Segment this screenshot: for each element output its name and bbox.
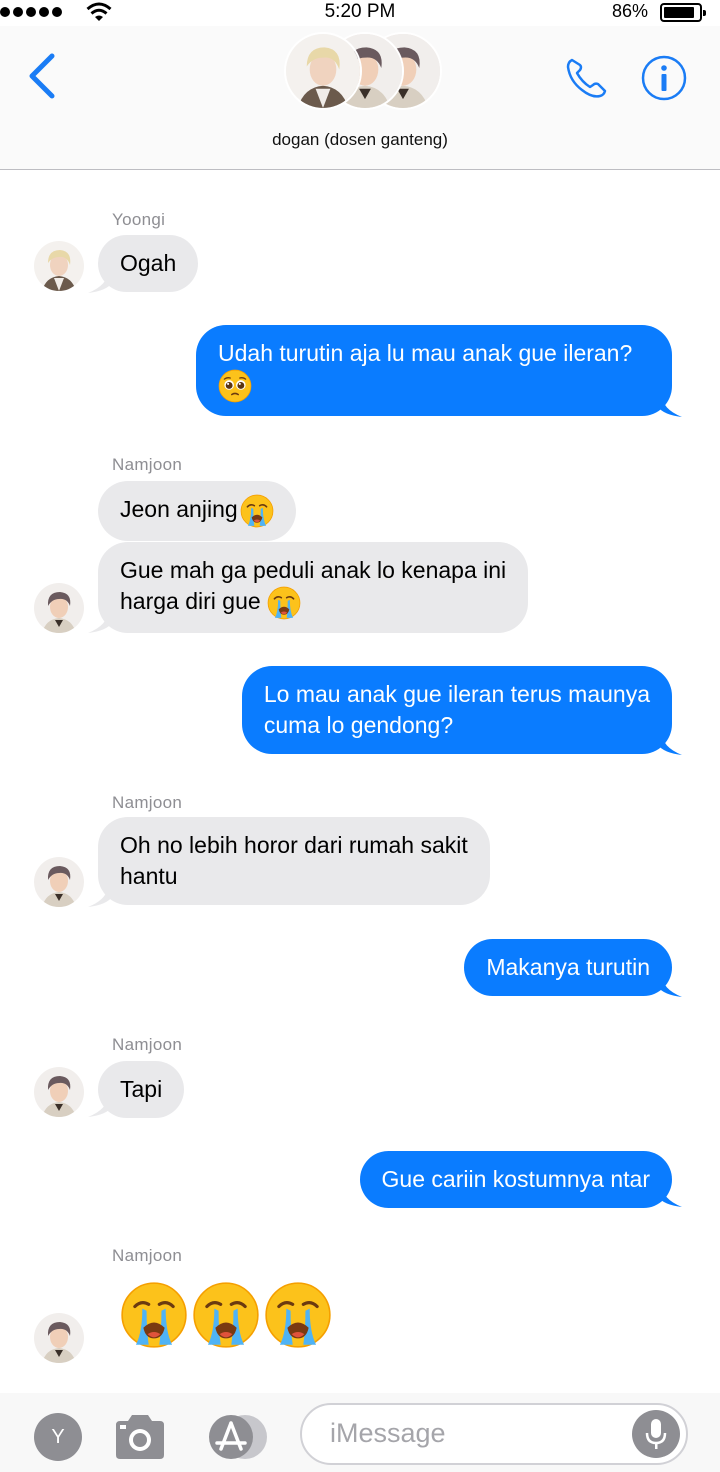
microphone-button[interactable] — [632, 1410, 680, 1458]
phone-icon[interactable] — [562, 54, 610, 102]
message-text-line: Lo mau anak gue ileran terus maunya — [263, 681, 650, 707]
conversation-header: dogan (dosen ganteng) — [0, 26, 720, 170]
sender-name: Namjoon — [112, 793, 183, 812]
message-text: Jeon anjing — [120, 496, 238, 523]
loudly-crying-face-icon — [264, 1281, 332, 1349]
message-text-line: Gue mah ga peduli anak lo kenapa ini — [120, 557, 507, 583]
battery-icon — [660, 3, 706, 22]
sender-name: Namjoon — [112, 1035, 183, 1054]
group-member-avatar — [284, 32, 362, 110]
sender-name: Namjoon — [112, 1246, 183, 1265]
group-name[interactable]: dogan (dosen ganteng) — [0, 130, 720, 150]
app-button-letter: Y — [51, 1425, 65, 1448]
battery-percentage: 86% — [612, 1, 649, 21]
message-thread[interactable]: Yoongi Ogah Udah turutin aja lu mau anak… — [0, 171, 720, 1393]
incoming-message-bubble[interactable]: Jeon anjing — [98, 481, 296, 541]
outgoing-message-bubble[interactable]: Udah turutin aja lu mau anak gue ileran? — [196, 325, 672, 416]
incoming-message-bubble[interactable]: Ogah — [98, 235, 199, 292]
message-text: Gue cariin kostumnya ntar — [381, 1166, 650, 1192]
avatar — [34, 241, 84, 291]
loudly-crying-face-icon — [267, 586, 301, 620]
message-input-placeholder: iMessage — [330, 1418, 446, 1448]
outgoing-message-bubble[interactable]: Makanya turutin — [464, 939, 672, 996]
memoji-app-button[interactable]: Y — [34, 1413, 82, 1461]
loudly-crying-face-icon — [240, 494, 274, 528]
info-icon[interactable] — [640, 54, 688, 102]
incoming-message-bubble[interactable]: Tapi — [98, 1061, 185, 1118]
incoming-message-bubble[interactable]: Oh no lebih horor dari rumah sakit hantu — [98, 817, 490, 905]
avatar — [34, 583, 84, 633]
status-bar: 5:20 PM 86% — [0, 0, 720, 26]
message-text-line: hantu — [120, 863, 178, 889]
back-chevron-icon[interactable] — [24, 52, 58, 100]
avatar — [34, 1067, 84, 1117]
message-text-line: cuma lo gendong? — [263, 712, 454, 738]
app-store-icon[interactable] — [205, 1413, 271, 1461]
sender-name: Yoongi — [112, 210, 166, 229]
message-text: Udah turutin aja lu mau anak gue ileran? — [218, 340, 633, 366]
message-text-line: harga diri gue — [120, 588, 261, 615]
message-input[interactable]: iMessage — [300, 1403, 688, 1465]
loudly-crying-face-icon — [192, 1281, 260, 1349]
loudly-crying-face-icon — [120, 1281, 188, 1349]
emoji-message[interactable] — [120, 1281, 332, 1349]
avatar — [34, 857, 84, 907]
incoming-message-bubble[interactable]: Gue mah ga peduli anak lo kenapa ini har… — [98, 542, 529, 633]
pleading-face-icon — [218, 369, 252, 403]
sender-name: Namjoon — [112, 455, 183, 474]
camera-icon[interactable] — [112, 1413, 168, 1461]
message-text: Makanya turutin — [486, 954, 650, 980]
message-text-line: Oh no lebih horor dari rumah sakit — [120, 832, 468, 858]
message-text: Ogah — [120, 250, 177, 276]
microphone-icon — [645, 1419, 667, 1449]
outgoing-message-bubble[interactable]: Lo mau anak gue ileran terus maunya cuma… — [241, 666, 672, 754]
compose-bar: Y iMessage — [0, 1393, 720, 1472]
group-avatars[interactable] — [284, 32, 444, 114]
outgoing-message-bubble[interactable]: Gue cariin kostumnya ntar — [359, 1151, 672, 1208]
avatar — [34, 1313, 84, 1363]
message-text: Tapi — [120, 1076, 163, 1102]
